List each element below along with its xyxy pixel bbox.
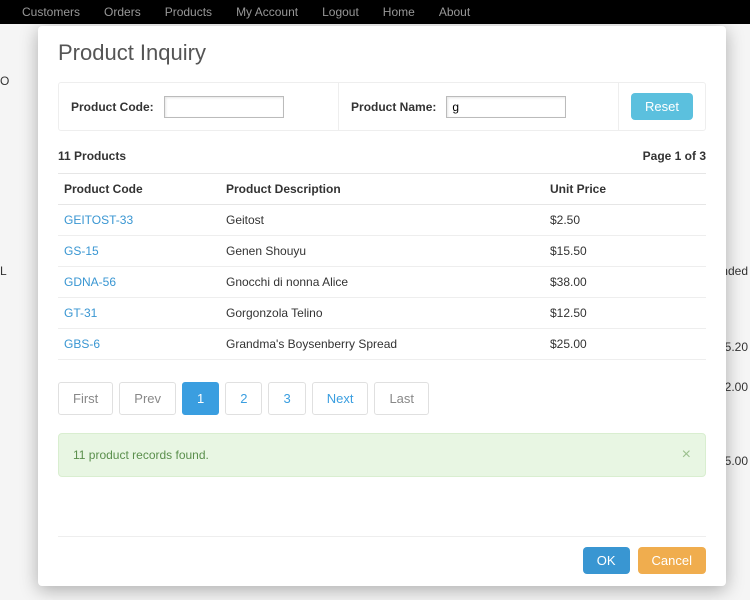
nav-home[interactable]: Home — [371, 5, 427, 19]
nav-logout[interactable]: Logout — [310, 5, 371, 19]
nav-about[interactable]: About — [427, 5, 482, 19]
bg-value: 2.00 — [725, 380, 748, 394]
results-page: Page 1 of 3 — [643, 149, 706, 163]
alert-close-icon[interactable]: × — [682, 446, 691, 464]
results-count: 11 Products — [58, 149, 126, 163]
product-name-label: Product Name: — [351, 100, 436, 114]
search-reset-cell: Reset — [619, 83, 705, 130]
col-product-code: Product Code — [58, 174, 220, 205]
col-product-description: Product Description — [220, 174, 544, 205]
product-price: $2.50 — [544, 205, 706, 236]
product-code-label: Product Code: — [71, 100, 154, 114]
page-first[interactable]: First — [58, 382, 113, 415]
bg-value: 5.20 — [725, 340, 748, 354]
search-name-cell: Product Name: — [339, 83, 619, 130]
product-desc: Genen Shouyu — [220, 236, 544, 267]
pagination: First Prev 1 2 3 Next Last — [58, 382, 706, 415]
col-unit-price: Unit Price — [544, 174, 706, 205]
nav-products[interactable]: Products — [153, 5, 224, 19]
ok-button[interactable]: OK — [583, 547, 630, 574]
table-row: GDNA-56 Gnocchi di nonna Alice $38.00 — [58, 267, 706, 298]
page-next[interactable]: Next — [312, 382, 369, 415]
table-row: GBS-6 Grandma's Boysenberry Spread $25.0… — [58, 329, 706, 360]
product-desc: Grandma's Boysenberry Spread — [220, 329, 544, 360]
product-desc: Gorgonzola Telino — [220, 298, 544, 329]
product-price: $38.00 — [544, 267, 706, 298]
nav-orders[interactable]: Orders — [92, 5, 153, 19]
alert-success: 11 product records found. × — [58, 433, 706, 477]
search-bar: Product Code: Product Name: Reset — [58, 82, 706, 131]
product-code-link[interactable]: GT-31 — [64, 306, 97, 320]
modal-title: Product Inquiry — [58, 40, 706, 66]
product-code-link[interactable]: GEITOST-33 — [64, 213, 133, 227]
page-3[interactable]: 3 — [268, 382, 305, 415]
table-row: GT-31 Gorgonzola Telino $12.50 — [58, 298, 706, 329]
product-price: $15.50 — [544, 236, 706, 267]
products-table: Product Code Product Description Unit Pr… — [58, 173, 706, 360]
page-2[interactable]: 2 — [225, 382, 262, 415]
cancel-button[interactable]: Cancel — [638, 547, 706, 574]
product-price: $12.50 — [544, 298, 706, 329]
page-1[interactable]: 1 — [182, 382, 219, 415]
table-header-row: Product Code Product Description Unit Pr… — [58, 174, 706, 205]
product-price: $25.00 — [544, 329, 706, 360]
table-row: GEITOST-33 Geitost $2.50 — [58, 205, 706, 236]
table-row: GS-15 Genen Shouyu $15.50 — [58, 236, 706, 267]
product-code-link[interactable]: GDNA-56 — [64, 275, 116, 289]
nav-customers[interactable]: Customers — [10, 5, 92, 19]
product-code-input[interactable] — [164, 96, 284, 118]
search-code-cell: Product Code: — [59, 83, 339, 130]
alert-text: 11 product records found. — [73, 448, 209, 462]
top-nav: Customers Orders Products My Account Log… — [0, 0, 750, 24]
modal-footer: OK Cancel — [58, 536, 706, 574]
bg-letter: O — [0, 74, 9, 88]
nav-my-account[interactable]: My Account — [224, 5, 310, 19]
product-code-link[interactable]: GS-15 — [64, 244, 99, 258]
product-name-input[interactable] — [446, 96, 566, 118]
bg-letter: L — [0, 264, 7, 278]
product-desc: Geitost — [220, 205, 544, 236]
results-summary: 11 Products Page 1 of 3 — [58, 145, 706, 173]
product-code-link[interactable]: GBS-6 — [64, 337, 100, 351]
reset-button[interactable]: Reset — [631, 93, 693, 120]
product-desc: Gnocchi di nonna Alice — [220, 267, 544, 298]
page-prev[interactable]: Prev — [119, 382, 176, 415]
product-inquiry-modal: Product Inquiry Product Code: Product Na… — [38, 26, 726, 586]
page-last[interactable]: Last — [374, 382, 429, 415]
bg-value: 5.00 — [725, 454, 748, 468]
